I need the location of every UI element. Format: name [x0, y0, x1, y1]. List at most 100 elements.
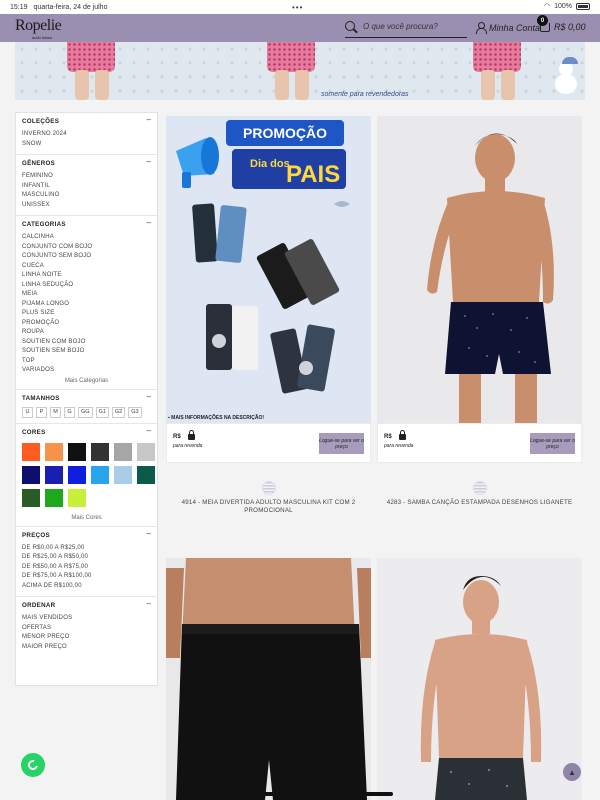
filter-option[interactable]: MEIA	[22, 290, 151, 300]
product-card[interactable]	[166, 558, 371, 800]
filter-order: ORDENAR – MAIS VENDIDOS OFERTAS MENOR PR…	[16, 597, 157, 657]
product-image[interactable]: PROMOÇÃO Dia dos PAIS ▪ MAIS INFORMAÇÕES…	[166, 116, 371, 423]
filter-title[interactable]: PREÇOS	[22, 530, 151, 544]
filter-option[interactable]: PROMOÇÃO	[22, 319, 151, 329]
color-swatch[interactable]	[137, 442, 155, 461]
sort-option[interactable]: MENOR PREÇO	[22, 633, 151, 643]
filter-title[interactable]: ORDENAR	[22, 600, 151, 614]
sort-option[interactable]: OFERTAS	[22, 624, 151, 634]
brand-icon	[472, 481, 487, 495]
color-swatch[interactable]	[22, 488, 40, 507]
banner-model-image	[267, 42, 315, 100]
lock-icon	[399, 430, 406, 440]
filter-option[interactable]: SOUTIEN SEM BOJO	[22, 347, 151, 357]
filter-option[interactable]: VARIADOS	[22, 366, 151, 376]
filter-collections: COLEÇÕES – INVERNO 2024 SNOW	[16, 113, 157, 155]
color-swatch[interactable]	[45, 488, 63, 507]
size-option[interactable]: M	[50, 406, 61, 418]
filter-title[interactable]: CORES	[22, 427, 151, 441]
filter-option[interactable]: UNISSEX	[22, 201, 151, 211]
more-colors-link[interactable]: Mais Cores	[22, 507, 151, 521]
collapse-icon[interactable]: –	[147, 599, 151, 608]
filter-option[interactable]: ROUPA	[22, 328, 151, 338]
filter-title[interactable]: CATEGORIAS	[22, 219, 151, 233]
filter-option[interactable]: MASCULINO	[22, 191, 151, 201]
color-swatch[interactable]	[91, 465, 109, 484]
filter-title[interactable]: GÊNEROS	[22, 158, 151, 172]
filter-option[interactable]: INVERNO 2024	[22, 130, 151, 140]
login-to-see-price-button[interactable]: Logue-se para ver o preço	[530, 433, 575, 454]
filter-title[interactable]: COLEÇÕES	[22, 116, 151, 130]
collapse-icon[interactable]: –	[147, 529, 151, 538]
filter-option[interactable]: PLUS SIZE	[22, 309, 151, 319]
whatsapp-icon	[26, 758, 40, 772]
filter-option[interactable]: TOP	[22, 357, 151, 367]
search-icon[interactable]	[345, 21, 355, 31]
sort-option[interactable]: MAIOR PREÇO	[22, 643, 151, 653]
collapse-icon[interactable]: –	[147, 426, 151, 435]
color-swatch[interactable]	[114, 465, 132, 484]
filter-option[interactable]: SOUTIEN COM BOJO	[22, 338, 151, 348]
product-title[interactable]: 4283 - SAMBA CANÇÃO ESTAMPADA DESENHOS L…	[377, 495, 582, 507]
size-option[interactable]: G2	[111, 406, 126, 418]
product-image[interactable]	[377, 116, 582, 423]
search-input[interactable]	[363, 22, 463, 31]
filter-genders: GÊNEROS – FEMININO INFANTIL MASCULINO UN…	[16, 155, 157, 216]
color-swatch[interactable]	[68, 465, 86, 484]
model-photo	[166, 558, 371, 800]
collapse-icon[interactable]: –	[147, 392, 151, 401]
filter-option[interactable]: CUECA	[22, 262, 151, 272]
filter-option[interactable]: SNOW	[22, 140, 151, 150]
account-link[interactable]: Minha Conta	[476, 22, 540, 34]
filter-option[interactable]: ACIMA DE R$100,00	[22, 582, 151, 592]
filter-option[interactable]: LINHA NOITE	[22, 271, 151, 281]
product-title[interactable]: 4914 - MEIA DIVERTIDA ADULTO MASCULINA K…	[166, 495, 371, 515]
color-swatch[interactable]	[22, 442, 40, 461]
product-image[interactable]	[377, 558, 582, 800]
collapse-icon[interactable]: –	[147, 218, 151, 227]
filter-option[interactable]: CONJUNTO COM BOJO	[22, 243, 151, 253]
filter-option[interactable]: LINHA SEDUÇÃO	[22, 281, 151, 291]
whatsapp-button[interactable]	[21, 753, 45, 777]
color-swatch[interactable]	[45, 442, 63, 461]
color-swatch[interactable]	[114, 442, 132, 461]
color-swatch[interactable]	[68, 442, 86, 461]
size-option[interactable]: G3	[128, 406, 142, 418]
color-swatch[interactable]	[45, 465, 63, 484]
filter-option[interactable]: DE R$25,00 A R$50,00	[22, 553, 151, 563]
product-card[interactable]: PROMOÇÃO Dia dos PAIS ▪ MAIS INFORMAÇÕES…	[166, 116, 371, 515]
size-option[interactable]: G1	[95, 406, 109, 418]
collapse-icon[interactable]: –	[147, 157, 151, 166]
filter-option[interactable]: DE R$50,00 A R$75,00	[22, 563, 151, 573]
color-swatch[interactable]	[137, 465, 155, 484]
filter-option[interactable]: FEMININO	[22, 172, 151, 182]
size-option[interactable]: G	[64, 406, 75, 418]
filter-option[interactable]: PIJAMA LONGO	[22, 300, 151, 310]
scroll-top-button[interactable]: ▲	[563, 763, 581, 781]
filter-option[interactable]: CALCINHA	[22, 233, 151, 243]
product-card[interactable]: R$ para revenda Logue-se para ver o preç…	[377, 116, 582, 507]
status-time: 15:19	[10, 3, 28, 11]
filter-option[interactable]: INFANTIL	[22, 182, 151, 192]
multitask-dots[interactable]: •••	[292, 3, 303, 12]
login-to-see-price-button[interactable]: Logue-se para ver o preço	[319, 433, 364, 454]
sort-option[interactable]: MAIS VENDIDOS	[22, 614, 151, 624]
collapse-icon[interactable]: –	[147, 115, 151, 124]
product-card[interactable]	[377, 558, 582, 800]
color-swatch[interactable]	[68, 488, 86, 507]
promo-graphic: PROMOÇÃO Dia dos PAIS	[176, 120, 350, 394]
filter-option[interactable]: CONJUNTO SEM BOJO	[22, 252, 151, 262]
logo[interactable]: Ropelie moda íntima	[15, 17, 62, 40]
size-option[interactable]: P	[36, 406, 47, 418]
size-option[interactable]: U	[22, 406, 33, 418]
color-swatch[interactable]	[22, 465, 40, 484]
filter-option[interactable]: DE R$0,00 A R$25,00	[22, 544, 151, 554]
promo-banner[interactable]: somente para revendedoras	[15, 42, 585, 100]
size-option[interactable]: GG	[78, 406, 93, 418]
filter-title[interactable]: TAMANHOS	[22, 393, 151, 407]
color-swatch[interactable]	[91, 442, 109, 461]
more-categories-link[interactable]: Mais Categorias	[22, 376, 151, 384]
home-indicator[interactable]	[208, 792, 393, 796]
product-image[interactable]	[166, 558, 371, 800]
filter-option[interactable]: DE R$75,00 A R$100,00	[22, 572, 151, 582]
